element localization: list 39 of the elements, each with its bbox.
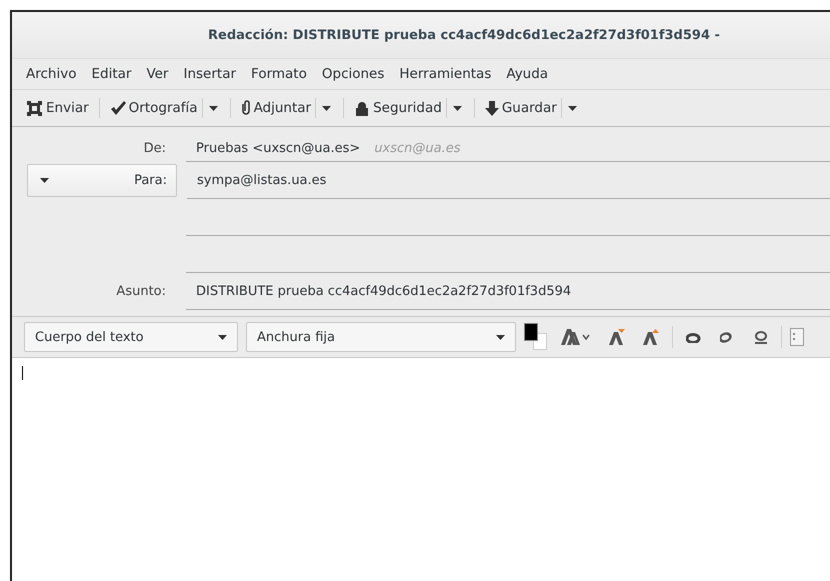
toolbar-button[interactable]: Enviar bbox=[22, 98, 93, 118]
window-title: Redacción: DISTRIBUTE prueba cc4acf49dc6d1ec2a2f27d3f01f3d594 - bbox=[207, 28, 720, 42]
recipient-type-button[interactable]: Para: bbox=[27, 164, 177, 197]
toolbar-button[interactable]: Adjuntar bbox=[236, 98, 316, 118]
from-label: De: bbox=[144, 141, 166, 156]
checkmark-icon bbox=[110, 101, 126, 115]
menu-item[interactable]: Herramientas bbox=[398, 66, 492, 82]
menu-item[interactable]: Formato bbox=[250, 66, 308, 82]
paperclip-icon bbox=[240, 100, 251, 116]
caret-icon bbox=[568, 106, 577, 110]
color-swatch-icon[interactable] bbox=[524, 323, 548, 351]
down-arrow-icon bbox=[484, 100, 499, 116]
caret-icon bbox=[218, 334, 227, 340]
list-icon[interactable] bbox=[790, 328, 804, 346]
subject-label: Asunto: bbox=[116, 284, 166, 299]
menu-item[interactable]: Insertar bbox=[182, 66, 238, 82]
font-dropdown[interactable]: Anchura fija bbox=[246, 322, 516, 352]
padlock-icon bbox=[354, 100, 370, 116]
toolbar-button[interactable]: Ortografía bbox=[106, 98, 202, 118]
grow-icon bbox=[643, 329, 659, 345]
menu-item[interactable]: Ver bbox=[145, 66, 170, 82]
underline-icon bbox=[754, 329, 768, 345]
from-field[interactable]: Pruebas <uxscn@ua.es> uxscn@ua.es bbox=[186, 135, 830, 162]
caret-icon bbox=[452, 106, 462, 110]
menu-item[interactable]: Archivo bbox=[25, 66, 78, 82]
caret-icon bbox=[322, 106, 332, 110]
menu-item[interactable]: Editar bbox=[90, 66, 132, 82]
caret-icon bbox=[496, 334, 505, 340]
caret-icon bbox=[208, 106, 218, 110]
subject-field[interactable]: DISTRIBUTE prueba cc4acf49dc6d1ec2a2f27d3f01f3d594 bbox=[186, 273, 830, 310]
menu-item[interactable]: Ayuda bbox=[505, 66, 550, 82]
recipient-field[interactable]: sympa@listas.ua.es bbox=[187, 162, 830, 199]
shrink-icon bbox=[609, 329, 625, 345]
toolbar-button[interactable]: Guardar bbox=[480, 98, 561, 118]
menu-item[interactable]: Opciones bbox=[320, 66, 386, 82]
paragraph-format-dropdown[interactable]: Cuerpo del texto bbox=[24, 322, 238, 352]
font-size-icon bbox=[561, 329, 591, 345]
toolbar-button[interactable]: Seguridad bbox=[350, 98, 446, 118]
caret-icon bbox=[40, 178, 49, 183]
